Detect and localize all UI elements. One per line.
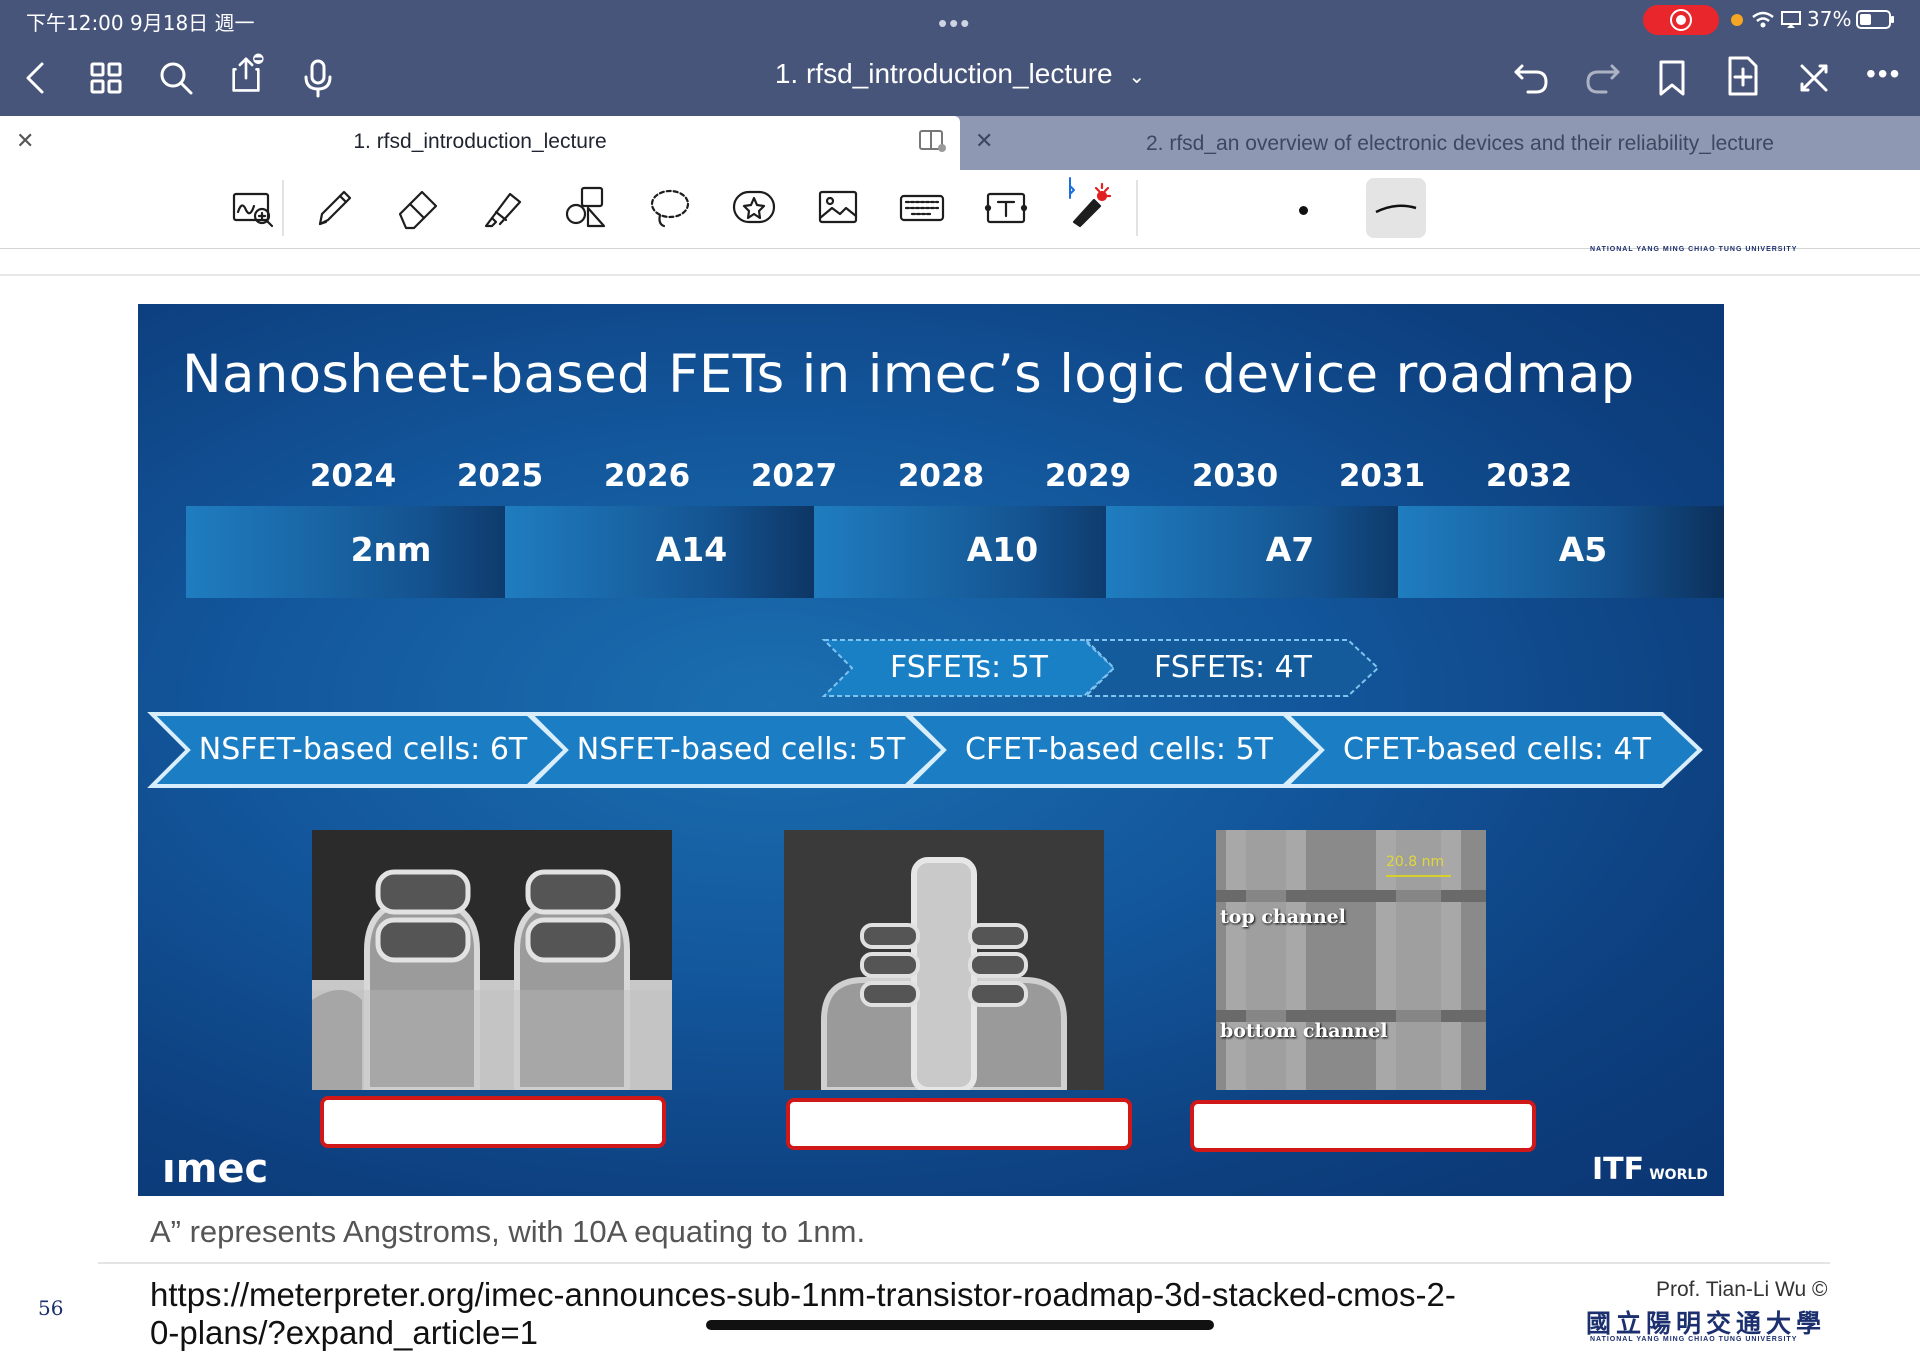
zoom-handwriting-icon[interactable] — [226, 182, 278, 239]
privacy-dot-icon — [1731, 14, 1743, 26]
document-title[interactable]: 1. rfsd_introduction_lecture ⌄ — [0, 58, 1920, 90]
more-options-icon[interactable]: ••• — [1866, 58, 1901, 90]
image-icon[interactable] — [812, 182, 864, 239]
tab-label-active: 1. rfsd_introduction_lecture — [353, 130, 607, 153]
cfet-tem-image: 20.8 nm top channel bottom channel — [1216, 830, 1486, 1090]
screen-mirror-icon — [1780, 10, 1802, 35]
node-label: A5 — [1558, 530, 1608, 569]
itf-world-logo: ITF WORLD — [1592, 1152, 1708, 1187]
undo-icon[interactable] — [1510, 56, 1554, 100]
chevron-down-icon: ⌄ — [1128, 66, 1146, 88]
wifi-icon — [1751, 10, 1775, 35]
itf-logo-subtext: WORLD — [1649, 1167, 1708, 1183]
battery-icon — [1856, 9, 1896, 36]
cell-label: CFET-based cells: 5T — [965, 732, 1273, 767]
eraser-icon[interactable] — [392, 182, 444, 239]
screen-recording-indicator[interactable] — [1643, 5, 1719, 35]
source-url-line2[interactable]: 0-plans/?expand_article=1 — [150, 1314, 538, 1352]
battery-percent: 37% — [1807, 7, 1852, 31]
roadmap-slide: Nanosheet-based FETs in imec’s logic dev… — [138, 304, 1724, 1196]
source-url-line1[interactable]: https://meterpreter.org/imec-announces-s… — [150, 1276, 1456, 1314]
annotation-toolbar — [0, 170, 1920, 249]
page-number: 56 — [38, 1296, 64, 1320]
bottom-channel-label: bottom channel — [1220, 1020, 1388, 1042]
top-bar: 下午12:00 9月18日 週一 ••• 37% 1. rfsd_introdu… — [0, 0, 1920, 116]
bookmark-icon[interactable] — [1650, 56, 1694, 100]
redacted-label-box — [320, 1096, 666, 1148]
tools-collapse-icon[interactable] — [1792, 56, 1836, 100]
cell-label: NSFET-based cells: 6T — [198, 732, 528, 767]
footnote-text: A” represents Angstroms, with 10A equati… — [150, 1214, 866, 1249]
status-time-date: 下午12:00 9月18日 週一 — [26, 11, 255, 35]
laser-pointer-icon[interactable] — [1060, 176, 1112, 233]
add-page-icon[interactable] — [1720, 54, 1764, 98]
cell-label: CFET-based cells: 4T — [1343, 732, 1651, 767]
top-channel-label: top channel — [1220, 906, 1346, 928]
footer-divider — [98, 1262, 1830, 1264]
sticker-icon[interactable] — [728, 182, 780, 239]
fsfet-label: FSFETs: 4T — [1153, 650, 1313, 685]
cell-label: NSFET-based cells: 5T — [576, 732, 906, 767]
imec-logo: ımec — [162, 1146, 269, 1192]
redacted-label-box — [786, 1098, 1132, 1150]
stroke-style-button[interactable] — [1366, 178, 1426, 238]
header-university-strip: NATIONAL YANG MING CHIAO TUNG UNIVERSITY — [1590, 246, 1798, 253]
redacted-label-box — [1190, 1100, 1536, 1152]
multitask-dots-icon[interactable]: ••• — [938, 8, 971, 39]
shapes-icon[interactable] — [560, 182, 612, 239]
pen-icon[interactable] — [308, 182, 360, 239]
forksheet-tem-image — [784, 830, 1104, 1090]
scale-bar-label: 20.8 nm — [1386, 854, 1445, 870]
redo-icon[interactable] — [1580, 56, 1624, 100]
pen-size-dot[interactable] — [1299, 206, 1308, 215]
author-credit: Prof. Tian-Li Wu © — [1656, 1278, 1828, 1301]
highlighter-icon[interactable] — [476, 182, 528, 239]
text-box-icon[interactable] — [980, 182, 1032, 239]
split-view-icon[interactable] — [918, 128, 948, 159]
university-name-cn: 國立陽明交通大學 — [1586, 1309, 1827, 1338]
tab-label-inactive[interactable]: 2. rfsd_an overview of electronic device… — [1000, 132, 1920, 156]
document-title-text: 1. rfsd_introduction_lecture — [774, 58, 1113, 89]
lasso-icon[interactable] — [644, 182, 696, 239]
fsfet-label: FSFETs: 5T — [889, 650, 1049, 685]
close-tab-icon[interactable]: ✕ — [975, 128, 993, 154]
tab-active[interactable]: ✕ 1. rfsd_introduction_lecture — [0, 116, 960, 170]
home-indicator[interactable] — [706, 1320, 1214, 1330]
nsfet-6t-tem-image — [312, 830, 672, 1090]
keyboard-icon[interactable] — [896, 182, 948, 239]
itf-logo-text: ITF — [1592, 1152, 1645, 1187]
